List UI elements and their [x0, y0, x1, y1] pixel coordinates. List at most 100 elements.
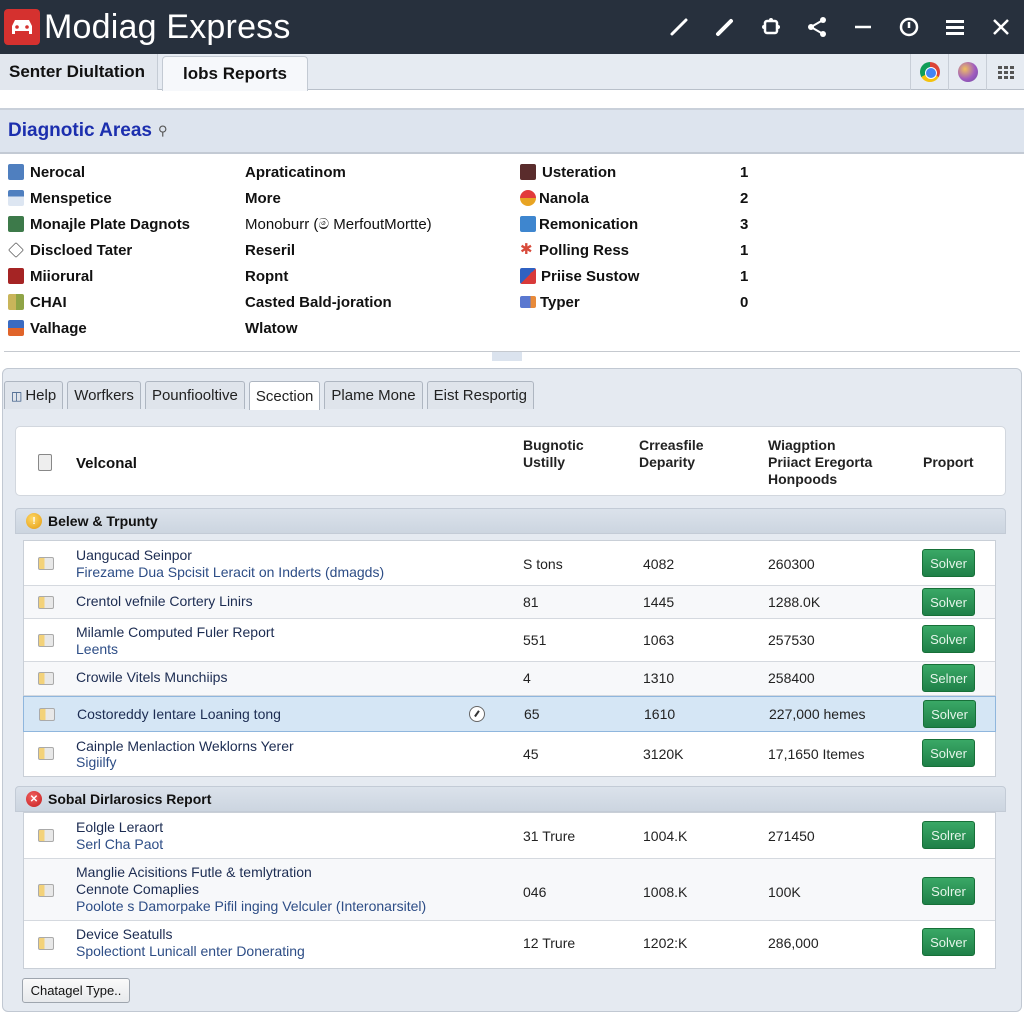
table-row[interactable]: Cainple Menlaction Weklorns Yerer Sigiil…	[24, 732, 995, 776]
clock-icon[interactable]	[886, 0, 932, 54]
timer-icon[interactable]	[469, 706, 485, 722]
area-count: 2	[740, 190, 749, 207]
tab-pounfiooltive[interactable]: Pounfiooltive	[144, 381, 245, 409]
column-header[interactable]: Bugnotic Ustilly	[523, 437, 584, 471]
area-item[interactable]: Priise Sustow	[520, 263, 639, 289]
row-icon	[38, 937, 54, 950]
group-header[interactable]: ! Belew & Trpunty	[15, 508, 1006, 534]
area-count: 3	[740, 216, 749, 233]
change-type-button[interactable]: Chatagel Type..	[22, 978, 130, 1003]
tab-plame-mone[interactable]: Plame Mone	[324, 381, 423, 409]
table-row[interactable]: Crentol vefnile Cortery Linirs 81 1445 1…	[24, 586, 995, 619]
tab-help[interactable]: ◫ Help	[4, 381, 64, 409]
column-header[interactable]: Crreasfile Deparity	[639, 437, 704, 471]
area-item[interactable]: Nerocal	[8, 159, 85, 185]
area-value: Reseril	[245, 242, 296, 259]
column-header-name[interactable]: Velconal	[76, 455, 137, 472]
solver-button[interactable]: Solver	[922, 928, 975, 956]
table-row[interactable]: Crowile Vitels Munchiips 4 1310 258400 S…	[24, 662, 995, 696]
sub-tab-bar: ◫ Help Worfkers Pounfiooltive Scection Pl…	[4, 381, 538, 410]
table-row[interactable]: Eolgle Leraort Serl Cha Paot 31 Trure 10…	[24, 813, 995, 859]
tab-senter-diultation[interactable]: Senter Diultation	[0, 54, 158, 90]
chat-icon	[520, 296, 536, 308]
tab-lobs-reports[interactable]: lobs Reports	[162, 56, 308, 91]
diagnostic-areas-header: Diagnotic Areas ⚲	[0, 108, 1024, 154]
area-item[interactable]: CHAI	[8, 289, 67, 315]
tab-eist-resportig[interactable]: Eist Resportig	[426, 381, 534, 409]
area-value: Apraticatinom	[245, 164, 346, 181]
apps-grid-button[interactable]	[986, 54, 1024, 90]
close-icon[interactable]	[978, 0, 1024, 54]
solver-button[interactable]: Selner	[922, 664, 975, 692]
table-row[interactable]: Milamle Computed Fuler Report Leents 551…	[24, 619, 995, 662]
title-bar: Modiag Express	[0, 0, 1024, 54]
diagnostic-areas-list: Nerocal Menspetice Monajle Plate Dagnots…	[0, 158, 1024, 354]
chrome-icon	[919, 62, 940, 82]
row-icon	[38, 596, 54, 609]
row-icon	[38, 884, 54, 897]
puzzle-icon[interactable]	[748, 0, 794, 54]
table-header: Velconal Bugnotic Ustilly Crreasfile Dep…	[15, 426, 1006, 496]
document-icon	[8, 190, 24, 206]
apps-grid-icon	[997, 65, 1014, 79]
chrome-button[interactable]	[910, 54, 948, 90]
column-header[interactable]: Proport	[923, 454, 974, 471]
camera-icon	[8, 268, 24, 284]
row-icon	[38, 672, 54, 685]
clipboard-icon	[38, 454, 52, 471]
table-row[interactable]: Device Seatulls Spolectiont Lunicall ent…	[24, 921, 995, 968]
tab-scection[interactable]: Scection	[248, 381, 321, 410]
car-icon	[4, 9, 40, 45]
tools-icon: ✱	[520, 241, 533, 258]
area-item[interactable]: Monajle Plate Dagnots	[8, 211, 190, 237]
area-item[interactable]: Usteration	[520, 159, 616, 185]
table-group-1: Uangucad Seinpor Firezame Dua Spcisit Le…	[23, 540, 996, 777]
pen-icon[interactable]	[656, 0, 702, 54]
flag-icon	[8, 320, 24, 336]
area-count: 0	[740, 294, 749, 311]
section-title: Diagnotic Areas	[8, 120, 152, 141]
solver-button[interactable]: Solver	[922, 588, 975, 616]
area-value: Ropnt	[245, 268, 289, 285]
info-icon	[520, 216, 536, 232]
area-item[interactable]: Miiorural	[8, 263, 93, 289]
row-icon	[38, 747, 54, 760]
row-icon	[39, 708, 55, 721]
app-title: Modiag Express	[44, 7, 291, 46]
area-item[interactable]: Menspetice	[8, 185, 112, 211]
row-icon	[38, 634, 54, 647]
area-item[interactable]: Nanola	[520, 185, 589, 211]
solver-button[interactable]: Solver	[923, 700, 976, 728]
plate-icon	[8, 216, 24, 232]
table-group-2: Eolgle Leraort Serl Cha Paot 31 Trure 10…	[23, 812, 996, 969]
column-header[interactable]: Wiagption Priiact Eregorta Honpoods	[768, 437, 872, 488]
tab-workers[interactable]: Worfkers	[67, 381, 141, 409]
solver-button[interactable]: Solrer	[922, 821, 975, 849]
globe-button[interactable]	[948, 54, 986, 90]
diamond-icon	[8, 242, 24, 258]
area-item[interactable]: Typer	[520, 289, 580, 315]
table-row[interactable]: Manglie Acisitions Futle & temlytration …	[24, 859, 995, 921]
warning-icon: !	[26, 513, 42, 529]
share-icon[interactable]	[794, 0, 840, 54]
top-tab-bar: Senter Diultation lobs Reports	[0, 54, 1024, 91]
half-circle-icon	[520, 190, 536, 206]
area-count: 1	[740, 242, 749, 259]
area-item[interactable]: Discloed Tater	[8, 237, 132, 263]
resize-handle[interactable]	[492, 352, 522, 361]
solver-button[interactable]: Solver	[922, 739, 975, 767]
table-row-selected[interactable]: Costoreddy Ientare Loaning tong 65 1610 …	[23, 696, 996, 732]
pin-icon[interactable]: ⚲	[158, 123, 168, 139]
solver-button[interactable]: Solrer	[922, 877, 975, 905]
table-row[interactable]: Uangucad Seinpor Firezame Dua Spcisit Le…	[24, 541, 995, 586]
area-item[interactable]: Remonication	[520, 211, 638, 237]
solver-button[interactable]: Solver	[922, 625, 975, 653]
group-header[interactable]: ✕ Sobal Dirlarosics Report	[15, 786, 1006, 812]
menu-icon[interactable]	[932, 0, 978, 54]
pencil-icon[interactable]	[702, 0, 748, 54]
area-count: 1	[740, 268, 749, 285]
area-item[interactable]: ✱ Polling Ress	[520, 237, 629, 263]
area-item[interactable]: Valhage	[8, 315, 87, 341]
minimize-icon[interactable]	[840, 0, 886, 54]
solver-button[interactable]: Solver	[922, 549, 975, 577]
